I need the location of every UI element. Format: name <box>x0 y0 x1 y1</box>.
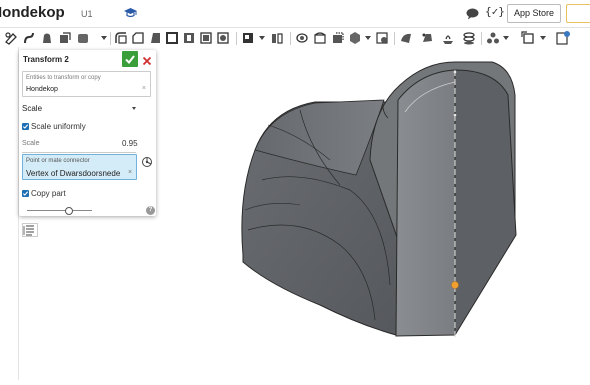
sweep-icon[interactable] <box>58 31 72 45</box>
transform-type-select[interactable]: Scale <box>22 104 138 113</box>
feature-toolbar <box>0 27 590 48</box>
comment-icon[interactable] <box>466 7 479 20</box>
split-icon[interactable] <box>216 31 230 45</box>
close-icon <box>142 56 152 66</box>
boolean-icon[interactable] <box>199 31 213 45</box>
mirror-icon[interactable] <box>295 31 309 45</box>
entities-value[interactable]: Hondekop <box>26 86 58 93</box>
document-title[interactable]: Iondekop <box>0 4 65 21</box>
extrude-icon[interactable] <box>22 31 36 45</box>
copy-part-checkbox[interactable] <box>22 190 29 197</box>
chevron-down-icon[interactable] <box>132 107 136 110</box>
hole-icon[interactable] <box>182 31 196 45</box>
draft-icon[interactable] <box>148 31 162 45</box>
mate-connector-picker-icon[interactable] <box>141 155 153 167</box>
accept-button[interactable] <box>122 51 138 67</box>
clear-point-icon[interactable]: × <box>128 169 132 176</box>
revolve-icon[interactable] <box>40 31 54 45</box>
point-label: Point or mate connector <box>26 158 90 164</box>
new-custom-feature-icon[interactable] <box>556 31 570 45</box>
checkmark-icon <box>125 55 135 65</box>
mate-connector-icon[interactable] <box>348 31 362 45</box>
sketch-icon[interactable] <box>4 31 18 45</box>
loft-icon[interactable] <box>76 31 90 45</box>
dialog-title: Transform 2 <box>23 55 69 64</box>
point-field[interactable]: Point or mate connector Vertex of Dwarsd… <box>22 154 137 180</box>
scale-label: Scale <box>22 140 40 147</box>
learning-center-icon[interactable] <box>124 6 137 18</box>
display-icon[interactable] <box>486 31 500 45</box>
transform-dialog: Transform 2 Entities to transform or cop… <box>19 50 156 216</box>
preview-slider[interactable] <box>27 210 92 211</box>
scale-underline <box>22 152 136 153</box>
scale-uniformly-checkbox[interactable] <box>22 123 29 130</box>
chamfer-icon[interactable] <box>131 31 145 45</box>
variables-icon[interactable]: {✓} <box>485 5 505 18</box>
help-icon[interactable]: ? <box>146 206 155 215</box>
sheet-metal-icon[interactable] <box>375 31 389 45</box>
entities-field[interactable]: Entities to transform or copy Hondekop × <box>22 71 151 97</box>
document-version[interactable]: U1 <box>81 9 93 19</box>
cancel-button[interactable] <box>142 53 152 66</box>
surface-icon[interactable] <box>399 31 413 45</box>
app-store-button[interactable]: App Store <box>507 4 561 23</box>
feature-list-icon[interactable] <box>22 223 38 237</box>
entities-label: Entities to transform or copy <box>26 75 101 81</box>
helix-icon[interactable] <box>331 31 345 45</box>
shell-icon[interactable] <box>165 31 179 45</box>
transform-icon[interactable] <box>241 31 255 45</box>
pattern-icon[interactable] <box>270 31 284 45</box>
notifications-button[interactable] <box>566 4 590 23</box>
feature-script-icon[interactable] <box>521 31 535 45</box>
scale-uniformly-label: Scale uniformly <box>31 122 86 131</box>
point-value[interactable]: Vertex of Dwarsdoorsnede <box>26 169 120 178</box>
variable-icon[interactable] <box>462 31 476 45</box>
fillet-icon[interactable] <box>114 31 128 45</box>
plane-icon[interactable] <box>313 31 327 45</box>
section-icon[interactable] <box>441 31 455 45</box>
clear-entities-icon[interactable]: × <box>142 85 146 92</box>
measure-icon[interactable] <box>420 31 434 45</box>
selected-vertex <box>451 281 459 289</box>
copy-part-label: Copy part <box>31 189 66 198</box>
slider-handle[interactable] <box>65 207 74 215</box>
scale-input[interactable]: 0.95 <box>122 139 138 148</box>
top-bar: Iondekop U1 {✓} App Store <box>0 0 590 27</box>
